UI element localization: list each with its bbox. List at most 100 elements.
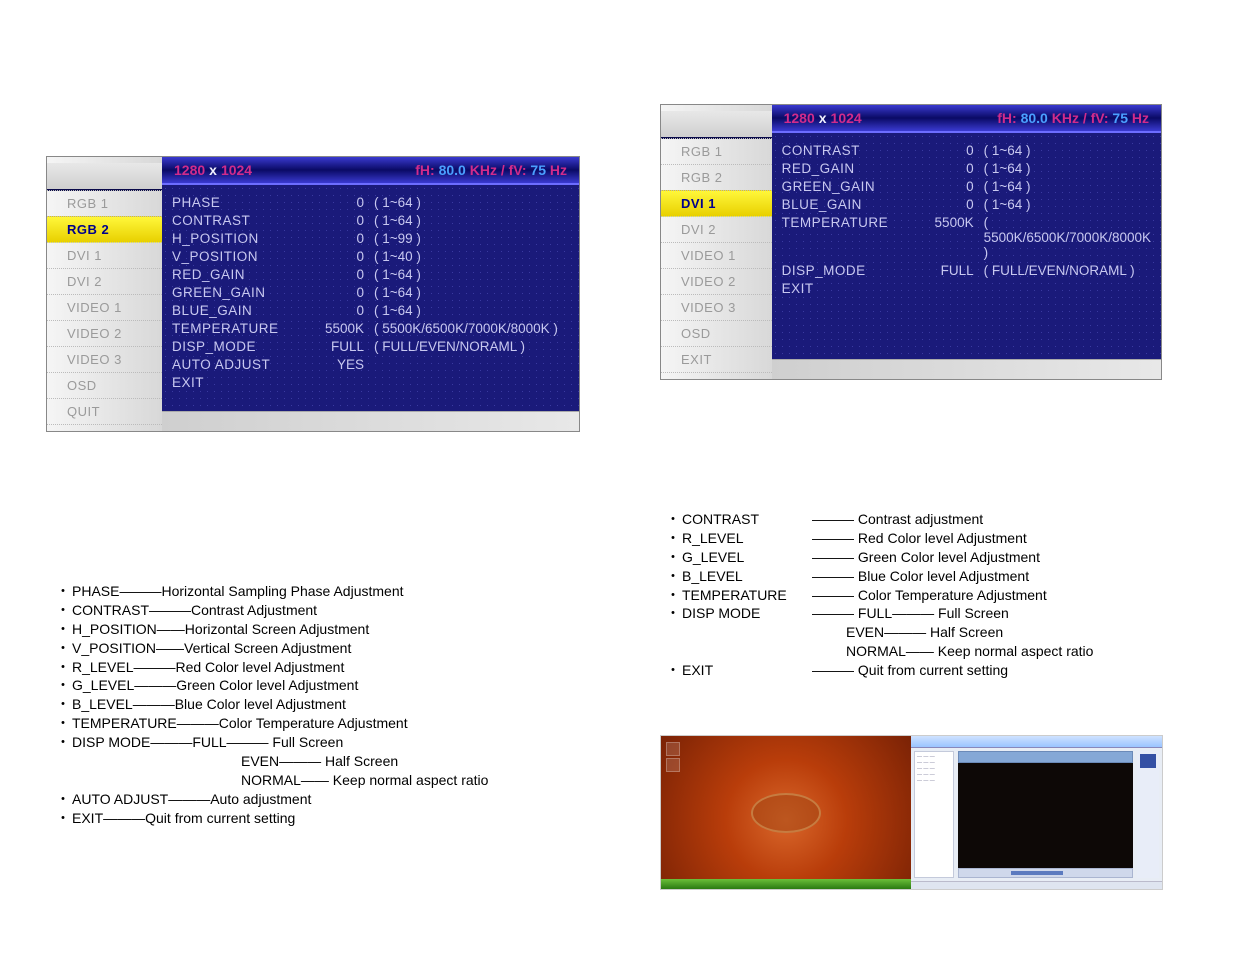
setting-row-exit[interactable]: EXIT: [172, 373, 569, 391]
setting-row-temperature[interactable]: TEMPERATURE5500K( 5500K/6500K/7000K/8000…: [782, 213, 1151, 261]
nav-item-video-2[interactable]: VIDEO 2: [47, 320, 162, 347]
osd-titlebar: 1280 x 1024 fH: 80.0 KHz / fV: 75 Hz: [772, 105, 1161, 133]
setting-row-blue-gain[interactable]: BLUE_GAIN0( 1~64 ): [172, 301, 569, 319]
nav-item-dvi-1[interactable]: DVI 1: [661, 190, 772, 217]
bullet-icon: ・: [666, 661, 682, 680]
setting-row-v-position[interactable]: V_POSITION0( 1~40 ): [172, 247, 569, 265]
description-list-left: ・PHASE——— Horizontal Sampling Phase Adju…: [56, 582, 616, 828]
nav-item-osd[interactable]: OSD: [47, 372, 162, 399]
desc-text: ——— Quit from current setting: [812, 661, 1008, 680]
setting-row-temperature[interactable]: TEMPERATURE5500K( 5500K/6500K/7000K/8000…: [172, 319, 569, 337]
fv-unit: Hz: [1132, 110, 1149, 126]
setting-row-blue-gain[interactable]: BLUE_GAIN0( 1~64 ): [782, 195, 1151, 213]
setting-name: RED_GAIN: [782, 161, 928, 176]
nav-item-video-1[interactable]: VIDEO 1: [661, 242, 772, 269]
osd-panel-rgb2: RGB 1RGB 2DVI 1DVI 2VIDEO 1VIDEO 2VIDEO …: [46, 156, 580, 432]
setting-name: EXIT: [172, 375, 318, 390]
desc-line: ・B_LEVEL——— Blue Color level Adjustment: [56, 695, 616, 714]
desktop-logo-icon: [751, 793, 821, 833]
nav-item-dvi-2[interactable]: DVI 2: [47, 268, 162, 295]
player-sidepanel-icon: [1137, 751, 1159, 878]
desc-text: ——— Red Color level Adjustment: [812, 529, 1027, 548]
setting-name: BLUE_GAIN: [782, 197, 928, 212]
nav-item-video-3[interactable]: VIDEO 3: [47, 346, 162, 373]
desc-text: Auto adjustment: [210, 790, 311, 809]
setting-value: [928, 281, 984, 296]
desc-dash: ———: [168, 790, 210, 809]
desc-term: AUTO ADJUST: [72, 790, 168, 809]
setting-row-red-gain[interactable]: RED_GAIN0( 1~64 ): [782, 159, 1151, 177]
desc-continuation: EVEN——— Half Screen: [56, 752, 398, 771]
desc-line: ・CONTRAST——— Contrast Adjustment: [56, 601, 616, 620]
bullet-icon: ・: [666, 586, 682, 605]
setting-range: ( 1~64 ): [984, 161, 1151, 176]
setting-row-auto-adjust[interactable]: AUTO ADJUSTYES: [172, 355, 569, 373]
nav-item-rgb-1[interactable]: RGB 1: [661, 138, 772, 165]
setting-row-h-position[interactable]: H_POSITION0( 1~99 ): [172, 229, 569, 247]
media-player-thumbnail: — — —— — —— — —— — —— — —: [911, 736, 1162, 889]
setting-row-exit[interactable]: EXIT: [782, 279, 1151, 297]
setting-value: [318, 375, 374, 390]
res-h: 1024: [221, 162, 252, 178]
setting-range: [984, 281, 1151, 296]
player-toolbar-icon: [958, 751, 1133, 763]
desc-line: ・R_LEVEL——— Red Color level Adjustment: [666, 529, 1226, 548]
nav-item-video-2[interactable]: VIDEO 2: [661, 268, 772, 295]
bullet-icon: ・: [56, 790, 72, 809]
desc-term: B_LEVEL: [72, 695, 133, 714]
desc-continuation: NORMAL—— Keep normal aspect ratio: [666, 642, 1093, 661]
nav-item-rgb-1[interactable]: RGB 1: [47, 190, 162, 217]
desc-dash: ———: [133, 658, 175, 677]
setting-value: 0: [318, 249, 374, 264]
setting-row-contrast[interactable]: CONTRAST0( 1~64 ): [782, 141, 1151, 159]
desc-line: ・V_POSITION—— Vertical Screen Adjustment: [56, 639, 616, 658]
bullet-icon: ・: [56, 695, 72, 714]
nav-item-rgb-2[interactable]: RGB 2: [661, 164, 772, 191]
osd-main: 1280 x 1024 fH: 80.0 KHz / fV: 75 Hz PHA…: [162, 157, 579, 431]
desc-text: ——— Blue Color level Adjustment: [812, 567, 1029, 586]
desc-text: Horizontal Sampling Phase Adjustment: [161, 582, 403, 601]
setting-range: ( 1~64 ): [374, 303, 569, 318]
desc-text: Contrast Adjustment: [191, 601, 317, 620]
osd-sidebar-spacer: [47, 163, 162, 191]
res-x: x: [209, 162, 217, 178]
setting-row-phase[interactable]: PHASE0( 1~64 ): [172, 193, 569, 211]
setting-range: ( FULL/EVEN/NORAML ): [374, 339, 569, 354]
bullet-icon: ・: [56, 639, 72, 658]
desc-term: B_LEVEL: [682, 567, 812, 586]
desc-text: Vertical Screen Adjustment: [184, 639, 351, 658]
setting-row-green-gain[interactable]: GREEN_GAIN0( 1~64 ): [172, 283, 569, 301]
setting-range: [374, 375, 569, 390]
explorer-sidebar-icon: — — —— — —— — —— — —— — —: [914, 751, 954, 878]
desc-term: G_LEVEL: [72, 676, 134, 695]
osd-nav-list-2: RGB 1RGB 2DVI 1DVI 2VIDEO 1VIDEO 2VIDEO …: [661, 139, 772, 373]
nav-item-rgb-2[interactable]: RGB 2: [47, 216, 162, 243]
nav-item-dvi-1[interactable]: DVI 1: [47, 242, 162, 269]
setting-row-green-gain[interactable]: GREEN_GAIN0( 1~64 ): [782, 177, 1151, 195]
desc-term: G_LEVEL: [682, 548, 812, 567]
setting-range: ( 1~64 ): [374, 285, 569, 300]
setting-name: DISP_MODE: [172, 339, 318, 354]
setting-name: AUTO ADJUST: [172, 357, 318, 372]
nav-item-osd[interactable]: OSD: [661, 320, 772, 347]
desc-line: ・DISP MODE———FULL——— Full Screen: [56, 733, 616, 752]
desc-continuation: EVEN——— Half Screen: [666, 623, 1003, 642]
desc-text: Blue Color level Adjustment: [175, 695, 346, 714]
nav-item-dvi-2[interactable]: DVI 2: [661, 216, 772, 243]
setting-row-disp-mode[interactable]: DISP_MODEFULL( FULL/EVEN/NORAML ): [172, 337, 569, 355]
desc-dash: ——: [157, 620, 185, 639]
nav-item-quit[interactable]: QUIT: [47, 398, 162, 425]
osd-rows-2: CONTRAST0( 1~64 )RED_GAIN0( 1~64 )GREEN_…: [772, 133, 1161, 359]
desc-line: ・EXIT——— Quit from current setting: [56, 809, 616, 828]
setting-row-contrast[interactable]: CONTRAST0( 1~64 ): [172, 211, 569, 229]
nav-item-exit[interactable]: EXIT: [661, 346, 772, 373]
fh-val: 80.0: [1017, 110, 1052, 126]
bullet-icon: ・: [56, 676, 72, 695]
setting-row-red-gain[interactable]: RED_GAIN0( 1~64 ): [172, 265, 569, 283]
setting-row-disp-mode[interactable]: DISP_MODEFULL( FULL/EVEN/NORAML ): [782, 261, 1151, 279]
setting-value: 0: [318, 303, 374, 318]
nav-item-video-3[interactable]: VIDEO 3: [661, 294, 772, 321]
nav-item-video-1[interactable]: VIDEO 1: [47, 294, 162, 321]
desc-term: EXIT: [72, 809, 103, 828]
desc-text: ——— Green Color level Adjustment: [812, 548, 1040, 567]
